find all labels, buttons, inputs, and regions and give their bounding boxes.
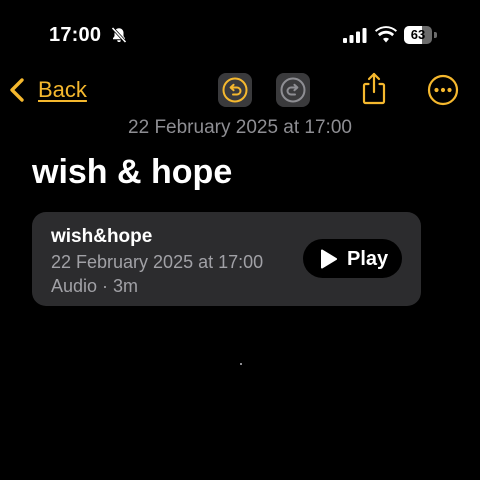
play-label: Play — [347, 247, 389, 270]
share-button[interactable] — [356, 70, 392, 108]
bell-slash-icon — [111, 26, 127, 44]
battery-level: 63 — [410, 27, 426, 42]
redo-icon — [280, 77, 306, 103]
note-date: 22 February 2025 at 17:00 — [128, 117, 352, 138]
status-time: 17:00 — [49, 24, 102, 46]
nav-bar: Back — [0, 70, 480, 110]
cellular-signal-icon — [343, 28, 367, 43]
battery-icon: 63 — [404, 26, 432, 44]
play-icon — [320, 248, 337, 269]
share-icon — [362, 72, 386, 105]
battery-indicator: 63 — [404, 26, 438, 44]
play-button[interactable]: Play — [303, 239, 402, 278]
back-label: Back — [38, 77, 87, 102]
wifi-icon — [375, 26, 397, 43]
more-button[interactable] — [424, 71, 462, 109]
status-bar: 17:00 63 — [0, 0, 480, 70]
back-button[interactable]: Back — [8, 74, 87, 106]
undo-button[interactable] — [218, 73, 252, 107]
audio-date: 22 February 2025 at 17:00 — [51, 252, 264, 272]
chevron-left-icon — [10, 78, 24, 102]
audio-name: wish&hope — [51, 226, 153, 247]
note-title[interactable]: wish & hope — [32, 150, 232, 194]
more-icon — [427, 74, 459, 106]
battery-tip — [434, 32, 437, 38]
text-cursor — [240, 363, 242, 365]
audio-meta: Audio · 3m — [51, 276, 139, 296]
audio-attachment-card[interactable]: wish&hope 22 February 2025 at 17:00 Audi… — [32, 212, 421, 306]
undo-icon — [222, 77, 248, 103]
redo-button[interactable] — [276, 73, 310, 107]
